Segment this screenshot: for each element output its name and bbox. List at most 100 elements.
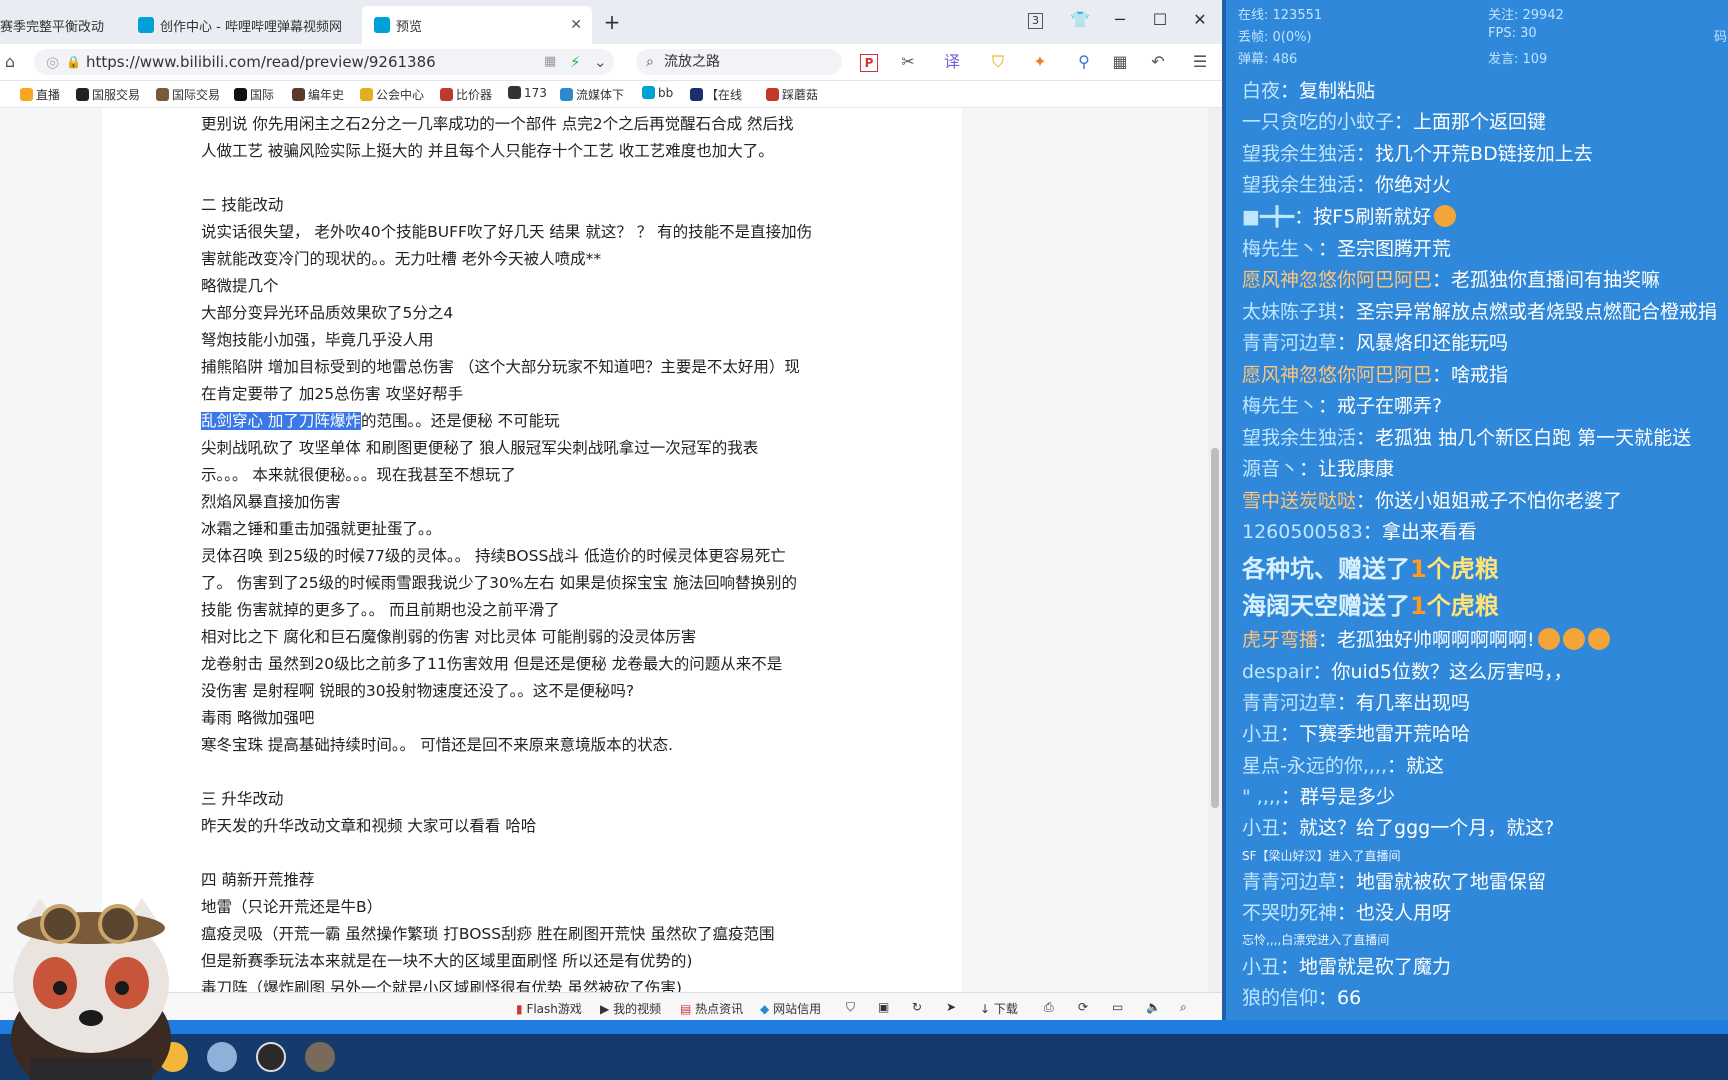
gift-message: 海阔天空赠送了1个虎粮: [1242, 592, 1499, 620]
shield-icon[interactable]: ⛉: [846, 1000, 855, 1015]
bookmark-item[interactable]: 踩蘑菇: [766, 86, 818, 103]
zoom-icon[interactable]: ⌕: [1180, 1000, 1187, 1015]
app-icon[interactable]: [207, 1042, 237, 1072]
article-line: 瘟疫灵吸（开荒一霸 虽然操作繁琐 打BOSS刮痧 胜在刷图开荒快 虽然砍了瘟疫范…: [201, 925, 775, 943]
scrollbar-thumb[interactable]: [1211, 448, 1219, 808]
bookmark-item[interactable]: 国际: [234, 86, 274, 103]
paper-plane-icon[interactable]: ➤: [946, 1000, 956, 1014]
laugh-emoji-icon: [1562, 628, 1585, 650]
url-field[interactable]: ◎ 🔒 https://www.bilibili.com/read/previe…: [34, 49, 614, 75]
menu-icon[interactable]: ☰: [1190, 52, 1210, 72]
tab-count-button[interactable]: 3: [1028, 13, 1043, 29]
chat-message: 一只贪吃的小蚊子：上面那个返回键: [1242, 111, 1547, 133]
close-window-button[interactable]: ✕: [1188, 10, 1212, 29]
bookmark-item[interactable]: 公会中心: [360, 86, 424, 103]
chat-message: 愿风神忽悠你阿巴阿巴：老孤独你直播间有抽奖嘛: [1242, 269, 1661, 291]
browser-window: 赛季完整平衡改动 创作中心 - 哔哩哔哩弹幕视频网 预览 ✕ + 3 👕 ─ ☐…: [0, 0, 1222, 1032]
chevron-down-icon[interactable]: ⌄: [594, 49, 607, 75]
p-extension-icon[interactable]: P: [860, 54, 878, 72]
chat-message: 虎牙弯播：老孤独好帅啊啊啊啊啊!: [1242, 625, 1610, 655]
chat-message: ■━╋━：按F5刷新就好: [1242, 202, 1457, 232]
address-bar: ⌂ ◎ 🔒 https://www.bilibili.com/read/prev…: [0, 44, 1222, 81]
my-videos-link[interactable]: ▶ 我的视频: [600, 1000, 661, 1017]
tab-preview[interactable]: 预览 ✕: [362, 6, 592, 44]
maximize-button[interactable]: ☐: [1148, 10, 1172, 29]
article-line: 捕熊陷阱 增加目标受到的地雷总伤害 （这个大部分玩家不知道吧？主要是不太好用）现: [201, 358, 800, 376]
article-line: 冰霜之锤和重击加强就更扯蛋了。。: [201, 520, 442, 538]
chat-message: despair：你uid5位数？这么厉害吗，，: [1242, 661, 1573, 683]
undo-icon[interactable]: ↶: [1148, 52, 1168, 72]
system-notice: 忘怜,,,,白漂党进入了直播间: [1242, 933, 1390, 947]
bookmark-icon: [508, 86, 521, 99]
bookmark-icon: [156, 88, 169, 101]
chat-message: 梅先生丶：戒子在哪弄?: [1242, 395, 1443, 417]
article-line-selected[interactable]: 乱剑穿心 加了刀阵爆炸的范围。。还是便秘 不可能玩: [201, 409, 560, 433]
chat-message: 小丑：就这？给了ggg一个月，就这?: [1242, 817, 1555, 839]
bookmark-icon: [292, 88, 305, 101]
download-link[interactable]: ↓ 下载: [980, 1000, 1018, 1017]
article-line: 灵体召唤 到25级的时候77级的灵体。。 持续BOSS战斗 低造价的时候灵体更容…: [201, 547, 786, 565]
article-line: 毒雨 略微加强吧: [201, 709, 315, 727]
speaker-icon[interactable]: 🔈: [1146, 1000, 1161, 1014]
bookmark-item[interactable]: bb: [642, 86, 673, 100]
close-tab-icon[interactable]: ✕: [570, 17, 582, 33]
lightning-icon[interactable]: ⚡: [570, 49, 581, 75]
bookmark-item[interactable]: 编年史: [292, 86, 344, 103]
translate-icon[interactable]: 译: [942, 52, 962, 72]
article-line: 没伤害 是射程啊 锐眼的30投射物速度还没了。。这不是便秘吗?: [201, 682, 635, 700]
site-credit-link[interactable]: ◆ 网站信用: [760, 1000, 821, 1017]
search-field[interactable]: ⌕ 流放之路: [636, 49, 842, 75]
article-line: 弩炮技能小加强，毕竟几乎没人用: [201, 331, 434, 349]
app-icon[interactable]: [305, 1042, 335, 1072]
sync-icon[interactable]: ⟳: [1078, 1000, 1088, 1014]
game-icon[interactable]: ✦: [1030, 52, 1050, 72]
chat-message: 狼的信仰：66: [1242, 987, 1362, 1009]
flash-games-link[interactable]: ▮ Flash游戏: [516, 1000, 582, 1017]
refresh-cycle-icon[interactable]: ↻: [912, 1000, 922, 1014]
tab-balance[interactable]: 赛季完整平衡改动: [0, 6, 120, 44]
grid-icon[interactable]: ▦: [544, 49, 556, 75]
article-line: 了。 伤害到了25级的时候雨雪跟我说少了30%左右 如果是侦探宝宝 施法回响替换…: [201, 574, 797, 592]
bookmark-icon: [76, 88, 89, 101]
bookmark-item[interactable]: 流媒体下: [560, 86, 624, 103]
bookmark-item[interactable]: 直播: [20, 86, 60, 103]
vertical-scrollbar[interactable]: [1208, 108, 1222, 992]
chat-message: 青青河边草：风暴烙印还能玩吗: [1242, 332, 1509, 354]
bookmark-item[interactable]: 173: [508, 86, 547, 100]
apps-icon[interactable]: ▦: [1110, 52, 1130, 72]
chat-message: " ,,,,：群号是多少: [1242, 786, 1395, 808]
shield-badge-icon[interactable]: ⛉: [988, 52, 1008, 72]
chat-message: 雪中送炭哒哒：你送小姐姐戒子不怕你老婆了: [1242, 490, 1623, 512]
system-notice: SF【梁山好汉】进入了直播间: [1242, 849, 1401, 863]
tab-creator-center[interactable]: 创作中心 - 哔哩哔哩弹幕视频网: [126, 6, 358, 44]
magnifier-icon[interactable]: ⚲: [1074, 52, 1094, 72]
section-heading: 三 升华改动: [201, 790, 284, 808]
minimize-button[interactable]: ─: [1108, 10, 1132, 29]
hot-news-link[interactable]: ▤ 热点资讯: [680, 1000, 743, 1017]
selected-text[interactable]: 乱剑穿心 加了刀阵爆炸: [201, 412, 361, 430]
bookmark-item[interactable]: 国际交易: [156, 86, 220, 103]
article-line: 在肯定要带了 加25总伤害 攻坚好帮手: [201, 385, 464, 403]
chat-message: 星点-永远的你,,,,：就这: [1242, 755, 1445, 777]
bookmark-item[interactable]: 【在线: [690, 86, 742, 103]
home-icon[interactable]: ⌂: [0, 52, 20, 72]
refresh-icon[interactable]: ◎: [46, 49, 59, 75]
follow-count: 关注: 29942: [1488, 8, 1564, 23]
image-icon[interactable]: ▣: [878, 1000, 889, 1014]
chat-message: 愿风神忽悠你阿巴阿巴：啥戒指: [1242, 364, 1509, 386]
bookmark-item[interactable]: 国服交易: [76, 86, 140, 103]
new-tab-button[interactable]: +: [600, 10, 624, 34]
obs-icon[interactable]: [256, 1042, 286, 1072]
section-heading: 四 萌新开荒推荐: [201, 871, 315, 889]
printer-icon[interactable]: ⎙: [1044, 1000, 1054, 1015]
article-line: 示。。。 本来就很便秘。。。现在我甚至不想玩了: [201, 466, 516, 484]
chat-message: 望我余生独活：老孤独 抽几个新区白跑 第一天就能送: [1242, 427, 1692, 449]
window-icon[interactable]: ▭: [1112, 1000, 1123, 1014]
scissors-icon[interactable]: ✂: [898, 52, 918, 72]
bookmark-item[interactable]: 比价器: [440, 86, 492, 103]
search-icon: ⌕: [646, 54, 654, 70]
bilibili-icon: [374, 17, 390, 33]
fps: FPS: 30: [1488, 26, 1537, 41]
shirt-icon[interactable]: 👕: [1068, 10, 1092, 29]
danmaku-panel: 在线: 123551 关注: 29942 码 丢帧: 0(0%) FPS: 30…: [1226, 0, 1728, 1020]
